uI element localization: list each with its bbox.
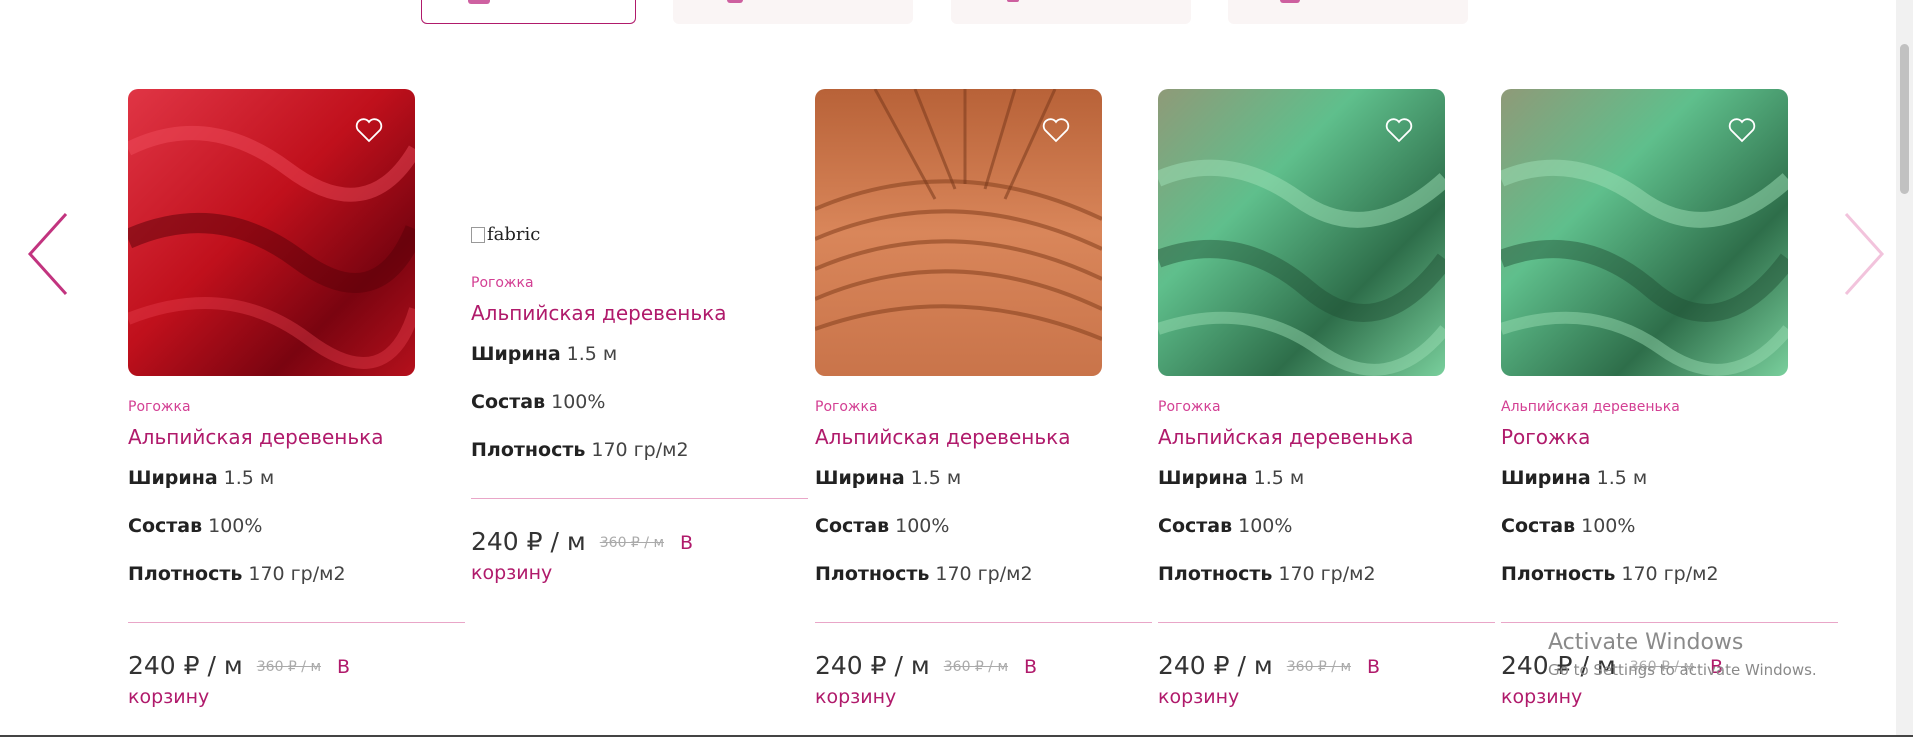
carousel-prev-button[interactable] xyxy=(26,212,70,296)
spec-composition: Состав 100% xyxy=(471,391,606,413)
spec-density: Плотность 170 гр/м2 xyxy=(471,439,689,461)
old-price: 360 ₽ / м xyxy=(256,659,322,675)
add-to-cart-link[interactable]: корзину xyxy=(471,560,811,586)
broken-image-icon xyxy=(471,226,485,243)
price: 240 ₽ / м xyxy=(471,527,586,556)
heart-outline-icon xyxy=(1728,118,1756,143)
old-price: 360 ₽ / м xyxy=(1286,659,1352,675)
tab-icon xyxy=(1007,0,1019,2)
spec-density: Плотность 170 гр/м2 xyxy=(815,563,1033,585)
spec-density: Плотность 170 гр/м2 xyxy=(1158,563,1376,585)
spec-width: Ширина 1.5 м xyxy=(1158,467,1305,489)
price: 240 ₽ / м xyxy=(128,651,243,680)
scrollbar-thumb[interactable] xyxy=(1900,44,1909,194)
spec-composition: Состав 100% xyxy=(1158,515,1293,537)
product-category[interactable]: Альпийская деревенька xyxy=(1501,398,1841,416)
product-category[interactable]: Рогожка xyxy=(1158,398,1498,416)
add-to-cart-link[interactable]: В xyxy=(1367,656,1380,678)
add-to-cart-link[interactable]: корзину xyxy=(815,684,1155,710)
add-to-cart-link[interactable]: корзину xyxy=(1501,684,1841,710)
old-price: 360 ₽ / м xyxy=(943,659,1009,675)
product-image-green-fabric[interactable] xyxy=(1158,89,1445,376)
product-name[interactable]: Альпийская деревенька xyxy=(128,424,468,450)
add-to-cart-link[interactable]: В xyxy=(680,532,693,554)
spec-composition: Состав 100% xyxy=(815,515,950,537)
price: 240 ₽ / м xyxy=(815,651,930,680)
watermark-subtitle: Go to Settings to activate Windows. xyxy=(1548,661,1817,679)
heart-outline-icon xyxy=(1385,118,1413,143)
favorite-button[interactable] xyxy=(355,117,383,143)
price: 240 ₽ / м xyxy=(1158,651,1273,680)
tab-icon xyxy=(468,0,490,4)
favorite-button[interactable] xyxy=(1385,117,1413,143)
tab-icon xyxy=(727,0,743,3)
spec-composition: Состав 100% xyxy=(1501,515,1636,537)
spec-density: Плотность 170 гр/м2 xyxy=(1501,563,1719,585)
add-to-cart-link[interactable]: В xyxy=(337,656,350,678)
filter-tab-1[interactable] xyxy=(421,0,636,24)
product-category[interactable]: Рогожка xyxy=(128,398,468,416)
divider xyxy=(815,622,1152,623)
vertical-scrollbar[interactable] xyxy=(1896,0,1913,737)
product-card[interactable]: Рогожка Альпийская деревенька Ширина 1.5 … xyxy=(128,89,468,710)
product-image-broken[interactable]: fabric xyxy=(471,89,811,376)
heart-outline-icon xyxy=(1042,118,1070,143)
divider xyxy=(471,498,808,499)
add-to-cart-link[interactable]: В xyxy=(1024,656,1037,678)
product-card[interactable]: Рогожка Альпийская деревенька Ширина 1.5 … xyxy=(1158,89,1498,710)
broken-image-placeholder: fabric xyxy=(471,224,540,245)
add-to-cart-link[interactable]: корзину xyxy=(128,684,468,710)
filter-tab-4[interactable] xyxy=(1228,0,1468,24)
favorite-button[interactable] xyxy=(1728,117,1756,143)
product-image-orange-fabric[interactable] xyxy=(815,89,1102,376)
spec-width: Ширина 1.5 м xyxy=(1501,467,1648,489)
product-card[interactable]: Рогожка Альпийская деревенька Ширина 1.5 … xyxy=(815,89,1155,710)
product-card[interactable]: fabric Рогожка Альпийская деревенька Шир… xyxy=(471,89,811,586)
old-price: 360 ₽ / м xyxy=(599,535,665,551)
product-image-green-fabric[interactable] xyxy=(1501,89,1788,376)
price-row: 240 ₽ / м 360 ₽ / м В xyxy=(128,649,468,684)
product-name[interactable]: Рогожка xyxy=(1501,424,1841,450)
watermark-title: Activate Windows xyxy=(1548,630,1744,655)
spec-composition: Состав 100% xyxy=(128,515,263,537)
divider xyxy=(1158,622,1495,623)
price-row: 240 ₽ / м 360 ₽ / м В xyxy=(1158,649,1498,684)
add-to-cart-link[interactable]: корзину xyxy=(1158,684,1498,710)
product-name[interactable]: Альпийская деревенька xyxy=(1158,424,1498,450)
spec-width: Ширина 1.5 м xyxy=(128,467,275,489)
divider xyxy=(128,622,465,623)
filter-tab-2[interactable] xyxy=(673,0,913,24)
favorite-button[interactable] xyxy=(1042,117,1070,143)
spec-width: Ширина 1.5 м xyxy=(815,467,962,489)
divider xyxy=(1501,622,1838,623)
chevron-right-icon xyxy=(1844,212,1885,296)
product-image-red-fabric[interactable] xyxy=(128,89,415,376)
product-card[interactable]: Альпийская деревенька Рогожка Ширина 1.5 … xyxy=(1501,89,1841,710)
heart-outline-icon xyxy=(355,118,383,143)
chevron-left-icon xyxy=(27,212,68,296)
price-row: 240 ₽ / м 360 ₽ / м В xyxy=(471,525,811,560)
product-name[interactable]: Альпийская деревенька xyxy=(815,424,1155,450)
tab-icon xyxy=(1280,0,1300,3)
product-category[interactable]: Рогожка xyxy=(815,398,1155,416)
carousel-next-button[interactable] xyxy=(1842,212,1886,296)
price-row: 240 ₽ / м 360 ₽ / м В xyxy=(815,649,1155,684)
spec-density: Плотность 170 гр/м2 xyxy=(128,563,346,585)
filter-tab-3[interactable] xyxy=(951,0,1191,24)
windows-activation-watermark: Activate Windows Go to Settings to activ… xyxy=(1548,630,1817,679)
